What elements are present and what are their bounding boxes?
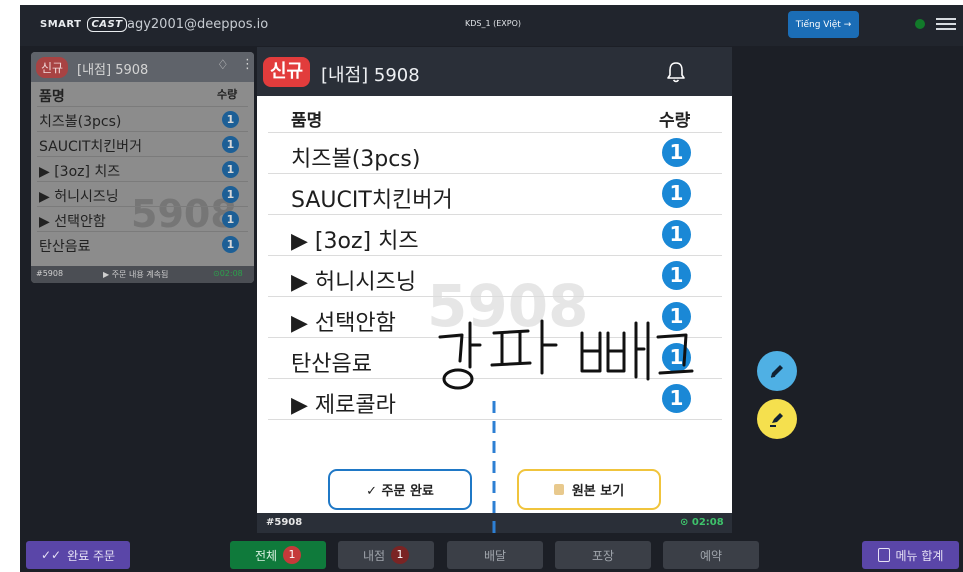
item-name: 치즈볼(3pcs) [39, 114, 122, 130]
item-name: ▶ 허니시즈닝 [39, 189, 119, 205]
table-row: SAUCIT치킨버거 1 [37, 132, 248, 157]
highlighter-icon [770, 413, 783, 427]
tab-reservation[interactable]: 예약 [663, 541, 759, 569]
item-name: ▶ 허니시즈닝 [291, 270, 417, 295]
item-name: ▶ 선택안함 [291, 311, 396, 336]
table-row: 탄산음료 1 [37, 232, 248, 256]
tab-count-badge: 1 [283, 546, 302, 564]
ticket-body: 5908 품명 수량 치즈볼(3pcs) 1 SAUCIT치킨버거 1 ▶ [3oz… [31, 82, 254, 266]
menu-total-button[interactable]: 메뉴 합계 [862, 541, 959, 569]
table-row[interactable]: ▶ [3oz] 치즈 1 [268, 215, 722, 256]
bottom-bar: ✓✓ 완료 주문 전체 1 내점 1 배달 포장 예약 메뉴 합계 [20, 533, 963, 572]
table-row: ▶ [3oz] 치즈 1 [37, 157, 248, 182]
item-name: SAUCIT치킨버거 [291, 188, 453, 213]
completed-orders-label: 완료 주문 [67, 548, 116, 563]
ticket-header: 신규 [내점] 5908 ♢ ⋮ [31, 52, 254, 82]
column-qty: 수량 [217, 88, 238, 101]
hamburger-menu-icon[interactable] [936, 15, 956, 33]
pen-icon [770, 365, 783, 378]
highlighter-tool-button[interactable] [757, 399, 797, 439]
view-original-label: 원본 보기 [571, 484, 625, 499]
background-order-ticket[interactable]: 신규 [내점] 5908 ♢ ⋮ 5908 품명 수량 치즈볼(3pcs) 1 S… [31, 52, 254, 283]
view-original-button[interactable]: 원본 보기 [517, 469, 661, 510]
order-number: [내점] 5908 [321, 65, 420, 86]
table-row[interactable]: 치즈볼(3pcs) 1 [268, 133, 722, 174]
qty-badge: 1 [662, 261, 691, 290]
bell-icon[interactable] [665, 60, 687, 84]
item-name: SAUCIT치킨버거 [39, 139, 142, 155]
tab-takeout[interactable]: 포장 [555, 541, 651, 569]
item-name: ▶ [3oz] 치즈 [39, 164, 121, 180]
qty-badge: 1 [222, 161, 239, 178]
kds-screen: SMART CAST agy2001@deeppos.io KDS_1 (EXP… [20, 5, 963, 572]
qty-badge: 1 [662, 179, 691, 208]
table-header: 품명 수량 [37, 82, 248, 107]
top-bar: SMART CAST agy2001@deeppos.io KDS_1 (EXP… [20, 5, 963, 46]
station-name: KDS_1 (EXPO) [465, 19, 522, 28]
continued-note: ▶ 주문 내용 계속됨 [103, 270, 169, 279]
scroll-icon [553, 484, 564, 495]
account-email: agy2001@deeppos.io [127, 17, 269, 32]
connection-status-icon [915, 19, 925, 29]
item-name: ▶ [3oz] 치즈 [291, 229, 419, 254]
qty-badge: 1 [222, 211, 239, 228]
new-badge: 신규 [263, 57, 311, 87]
qty-badge: 1 [222, 111, 239, 128]
menu-total-label: 메뉴 합계 [895, 548, 944, 563]
item-name: ▶ 선택안함 [39, 214, 106, 230]
app-logo: SMART CAST [40, 17, 127, 32]
column-name: 품명 [39, 89, 65, 105]
tab-label: 배달 [483, 548, 507, 563]
footer-order-id: #5908 [36, 269, 64, 278]
table-row: ▶ 허니시즈닝 1 [37, 182, 248, 207]
tab-delivery[interactable]: 배달 [447, 541, 543, 569]
receipt-icon [877, 548, 890, 562]
qty-badge: 1 [222, 186, 239, 203]
tab-dine-in[interactable]: 내점 1 [338, 541, 434, 569]
table-row: ▶ 선택안함 1 [37, 207, 248, 232]
tab-label: 전체 [254, 548, 278, 563]
tab-label: 포장 [591, 548, 615, 563]
tab-count-badge: 1 [391, 546, 410, 564]
table-header: 품명 수량 [268, 98, 722, 133]
qty-badge: 1 [222, 236, 239, 253]
ticket-footer: #5908 ▶ 주문 내용 계속됨 ⊙02:08 [31, 266, 254, 283]
tab-all[interactable]: 전체 1 [230, 541, 326, 569]
footer-order-id: #5908 [266, 517, 303, 528]
new-badge: 신규 [36, 57, 69, 78]
table-row[interactable]: SAUCIT치킨버거 1 [268, 174, 722, 215]
item-name: 탄산음료 [39, 239, 91, 255]
language-button[interactable]: Tiếng Việt → [788, 11, 859, 38]
ticket-header: 신규 [내점] 5908 [257, 47, 732, 96]
elapsed-time: ⊙ 02:08 [680, 517, 724, 528]
item-name: ▶ 제로콜라 [291, 393, 396, 418]
column-name: 품명 [291, 111, 323, 131]
item-name: 탄산음료 [291, 352, 372, 377]
tab-label: 내점 [362, 548, 386, 563]
completed-orders-button[interactable]: ✓✓ 완료 주문 [26, 541, 130, 569]
elapsed-time: ⊙02:08 [213, 269, 243, 278]
double-check-icon: ✓✓ [40, 548, 62, 562]
qty-badge: 1 [662, 220, 691, 249]
table-row: 치즈볼(3pcs) 1 [37, 107, 248, 132]
column-qty: 수량 [659, 111, 691, 131]
complete-order-button[interactable]: ✓ 주문 완료 [328, 469, 472, 510]
tab-label: 예약 [699, 548, 723, 563]
pen-tool-button[interactable] [757, 351, 797, 391]
table-row[interactable]: ▶ 허니시즈닝 1 [268, 256, 722, 297]
bell-icon[interactable]: ♢ [217, 58, 229, 73]
handwritten-note [438, 319, 694, 390]
more-options-icon[interactable]: ⋮ [241, 57, 254, 72]
order-number: [내점] 5908 [77, 63, 149, 78]
qty-badge: 1 [662, 138, 691, 167]
qty-badge: 1 [222, 136, 239, 153]
item-name: 치즈볼(3pcs) [291, 147, 421, 172]
